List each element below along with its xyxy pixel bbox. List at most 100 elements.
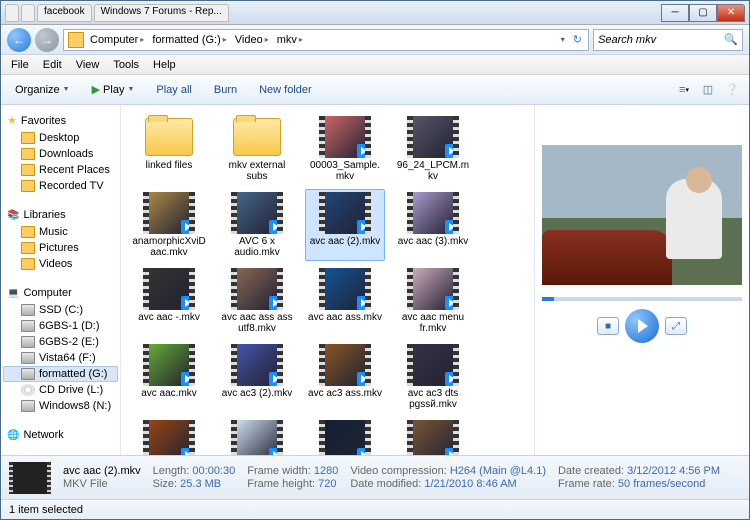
body: FavoritesDesktopDownloadsRecent PlacesRe… bbox=[1, 105, 749, 455]
file-label: 96_24_LPCM.mkv bbox=[396, 160, 470, 182]
nav-comp-item[interactable]: Windows8 (N:) bbox=[3, 398, 118, 414]
browser-tab[interactable]: Windows 7 Forums - Rep... bbox=[94, 4, 229, 22]
refresh-icon[interactable]: ↻ bbox=[569, 33, 586, 46]
details-thumbnail bbox=[9, 462, 51, 494]
nav-fav-item[interactable]: Downloads bbox=[3, 146, 118, 162]
seek-bar[interactable] bbox=[542, 297, 742, 301]
search-box[interactable]: Search mkv 🔍 bbox=[593, 29, 743, 51]
menubar: FileEditViewToolsHelp bbox=[1, 55, 749, 75]
nav-fav-item[interactable]: Recorded TV bbox=[3, 178, 118, 194]
help-button[interactable]: ❔ bbox=[723, 82, 741, 98]
file-item[interactable]: anamorphicXviD aac.mkv bbox=[129, 189, 209, 261]
details-filename: avc aac (2).mkv bbox=[63, 465, 141, 477]
view-button[interactable]: ≡▾ bbox=[675, 82, 693, 98]
crumb-computer[interactable]: Computer▸ bbox=[86, 34, 148, 46]
file-item[interactable]: avc ac3 ass.mkv bbox=[305, 341, 385, 413]
maximize-button[interactable]: ▢ bbox=[689, 4, 717, 22]
file-label: avc ac3 dts pgssй.mkv bbox=[396, 388, 470, 410]
file-item[interactable]: 96_24_LPCM.mkv bbox=[393, 113, 473, 185]
chevron-down-icon[interactable]: ▾ bbox=[557, 35, 569, 44]
address-bar[interactable]: Computer▸ formatted (G:)▸ Video▸ mkv▸ ▾ … bbox=[63, 29, 589, 51]
nav-lib-item[interactable]: Pictures bbox=[3, 240, 118, 256]
browser-tab[interactable] bbox=[5, 4, 19, 22]
folder-icon bbox=[21, 242, 35, 254]
file-item[interactable]: avc aac ass ass utf8.mkv bbox=[217, 265, 297, 337]
crumb-drive[interactable]: formatted (G:)▸ bbox=[148, 34, 230, 46]
file-item[interactable]: avc aac (3).mkv bbox=[393, 189, 473, 261]
file-label: avc ac3 ass.mkv bbox=[308, 388, 382, 399]
folder-icon bbox=[21, 148, 35, 160]
file-label: avc aac.mkv bbox=[141, 388, 197, 399]
details-pane: avc aac (2).mkv MKV File Length: 00:00:3… bbox=[1, 455, 749, 499]
nav-comp-item[interactable]: formatted (G:) bbox=[3, 366, 118, 382]
nav-comp-item[interactable]: CD Drive (L:) bbox=[3, 382, 118, 398]
file-list[interactable]: linked files mkv external subs 00003_Sampl… bbox=[121, 105, 534, 455]
file-item[interactable]: avc aac.mkv bbox=[129, 341, 209, 413]
file-item[interactable]: avc aac ass.mkv bbox=[305, 265, 385, 337]
nav-fav-item[interactable]: Desktop bbox=[3, 130, 118, 146]
menu-tools[interactable]: Tools bbox=[107, 57, 145, 73]
file-label: mkv external subs bbox=[220, 160, 294, 182]
browser-tab[interactable] bbox=[21, 4, 35, 22]
play-all-button[interactable]: Play all bbox=[150, 81, 197, 99]
crumb-mkv[interactable]: mkv▸ bbox=[273, 34, 307, 46]
file-label: AVC 6 x audio.mkv bbox=[220, 236, 294, 258]
stop-button[interactable]: ■ bbox=[597, 317, 619, 335]
nav-network[interactable]: Network bbox=[3, 426, 118, 444]
file-label: avc aac menu fr.mkv bbox=[396, 312, 470, 334]
browser-tab[interactable]: facebook bbox=[37, 4, 92, 22]
drive-icon bbox=[21, 352, 35, 364]
nav-computer[interactable]: Computer bbox=[3, 284, 118, 302]
play-button[interactable]: ▶Play▼ bbox=[86, 80, 141, 99]
file-item[interactable]: linked files bbox=[129, 113, 209, 185]
nav-comp-item[interactable]: 6GBS-1 (D:) bbox=[3, 318, 118, 334]
nav-comp-item[interactable]: SSD (C:) bbox=[3, 302, 118, 318]
close-button[interactable]: ✕ bbox=[717, 4, 745, 22]
menu-edit[interactable]: Edit bbox=[37, 57, 68, 73]
nav-lib-item[interactable]: Music bbox=[3, 224, 118, 240]
file-label: avc aac (3).mkv bbox=[398, 236, 469, 247]
file-item[interactable]: 00003_Sample.mkv bbox=[305, 113, 385, 185]
nav-pane: FavoritesDesktopDownloadsRecent PlacesRe… bbox=[1, 105, 121, 455]
file-item[interactable]: avc aac menu fr.mkv bbox=[393, 265, 473, 337]
file-label: avc aac (2).mkv bbox=[310, 236, 381, 247]
details-filetype: MKV File bbox=[63, 478, 141, 490]
preview-play-button[interactable] bbox=[625, 309, 659, 343]
crumb-video[interactable]: Video▸ bbox=[231, 34, 273, 46]
search-icon: 🔍 bbox=[724, 33, 738, 46]
menu-view[interactable]: View bbox=[70, 57, 106, 73]
forward-button[interactable]: → bbox=[35, 28, 59, 52]
file-item[interactable]: avc ac3.mkv bbox=[129, 417, 209, 455]
nav-comp-item[interactable]: 6GBS-2 (E:) bbox=[3, 334, 118, 350]
preview-pane-button[interactable]: ◫ bbox=[699, 82, 717, 98]
file-label: linked files bbox=[146, 160, 193, 171]
burn-button[interactable]: Burn bbox=[208, 81, 243, 99]
file-item[interactable]: avc DTS MA.mkv bbox=[305, 417, 385, 455]
disc-icon bbox=[21, 384, 35, 396]
file-item[interactable]: mkv external subs bbox=[217, 113, 297, 185]
back-button[interactable]: ← bbox=[7, 28, 31, 52]
folder-icon bbox=[21, 164, 35, 176]
organize-button[interactable]: Organize▼ bbox=[9, 81, 76, 99]
menu-help[interactable]: Help bbox=[147, 57, 182, 73]
nav-libraries[interactable]: Libraries bbox=[3, 206, 118, 224]
file-item[interactable]: avc ac3 dts pgssй.mkv bbox=[393, 341, 473, 413]
nav-favorites[interactable]: Favorites bbox=[3, 111, 118, 130]
menu-file[interactable]: File bbox=[5, 57, 35, 73]
file-item[interactable]: avc aac -.mkv bbox=[129, 265, 209, 337]
new-folder-button[interactable]: New folder bbox=[253, 81, 318, 99]
file-item[interactable]: avc acsx2 tests2.mkv bbox=[217, 417, 297, 455]
file-item[interactable]: avc dts utf8 (2).mkv bbox=[393, 417, 473, 455]
nav-fav-item[interactable]: Recent Places bbox=[3, 162, 118, 178]
fullscreen-button[interactable]: ⤢ bbox=[665, 317, 687, 335]
explorer-window: facebookWindows 7 Forums - Rep... ─ ▢ ✕ … bbox=[0, 0, 750, 520]
minimize-button[interactable]: ─ bbox=[661, 4, 689, 22]
nav-comp-item[interactable]: Vista64 (F:) bbox=[3, 350, 118, 366]
file-item[interactable]: AVC 6 x audio.mkv bbox=[217, 189, 297, 261]
file-label: avc aac ass ass utf8.mkv bbox=[220, 312, 294, 334]
file-item[interactable]: avc aac (2).mkv bbox=[305, 189, 385, 261]
nav-lib-item[interactable]: Videos bbox=[3, 256, 118, 272]
file-item[interactable]: avc ac3 (2).mkv bbox=[217, 341, 297, 413]
folder-icon bbox=[21, 226, 35, 238]
folder-icon bbox=[21, 132, 35, 144]
